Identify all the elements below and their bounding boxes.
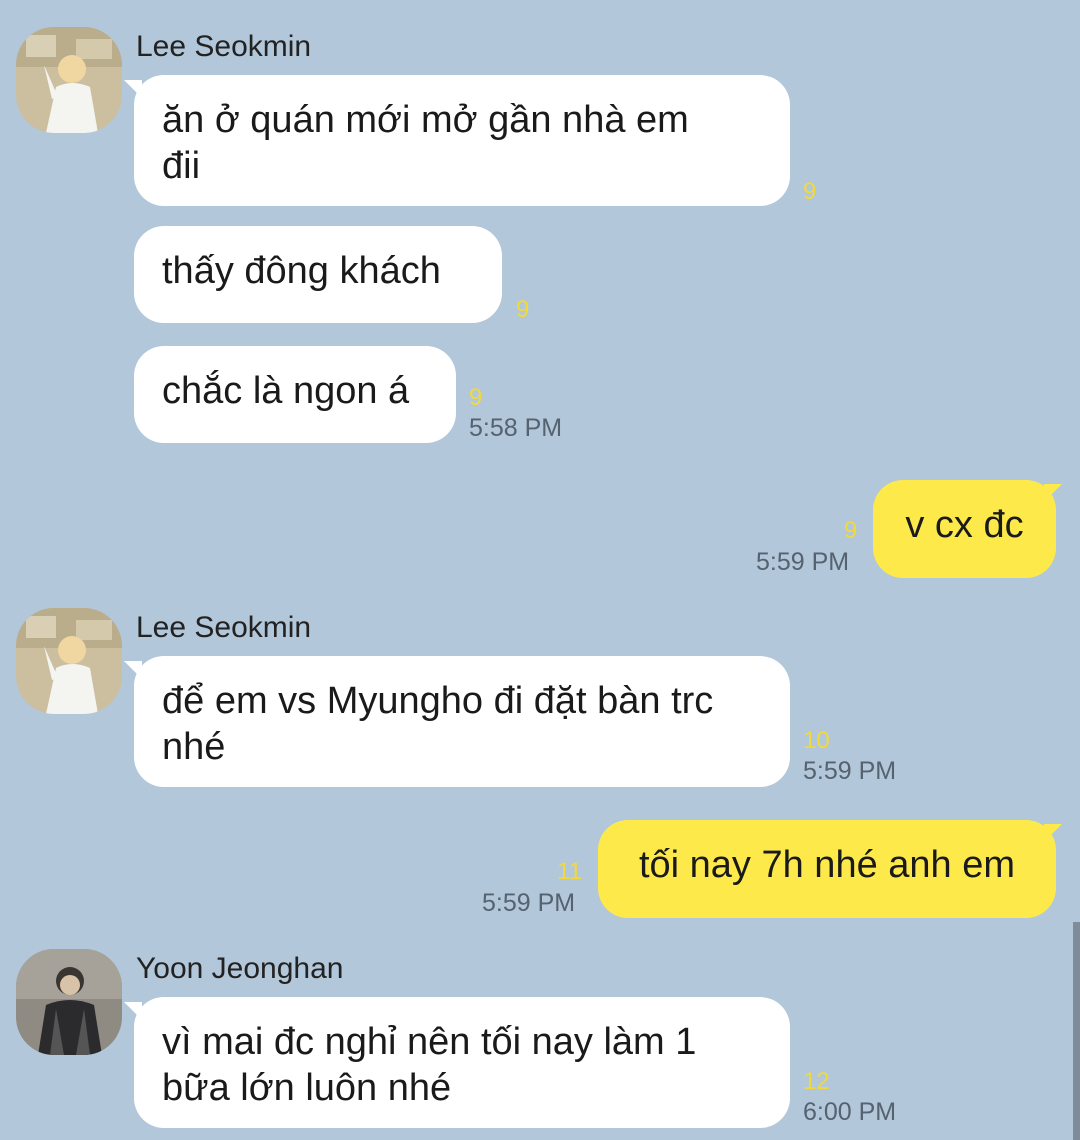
bubble-tail: [1044, 484, 1062, 502]
unread-count: 9: [469, 384, 483, 411]
message-bubble[interactable]: tối nay 7h nhé anh em: [598, 820, 1056, 918]
scrollbar-thumb[interactable]: [1073, 922, 1080, 1140]
avatar-yoon-jeonghan[interactable]: [16, 949, 122, 1055]
message-bubble[interactable]: v cx đc: [873, 480, 1056, 578]
unread-count: 9: [803, 178, 817, 205]
sender-name: Lee Seokmin: [136, 611, 312, 644]
avatar-lee-seokmin[interactable]: [16, 27, 122, 133]
message-bubble[interactable]: vì mai đc nghỉ nên tối nay làm 1 bữa lớn…: [134, 997, 790, 1128]
sender-name: Yoon Jeonghan: [136, 952, 344, 985]
message-bubble[interactable]: chắc là ngon á: [134, 346, 456, 443]
unread-count: 9: [844, 517, 858, 544]
profile-photo-icon: [16, 949, 122, 1055]
bubble-tail: [1044, 824, 1062, 842]
profile-photo-icon: [16, 608, 122, 714]
unread-count: 12: [803, 1068, 830, 1095]
message-bubble[interactable]: để em vs Myungho đi đặt bàn trc nhé: [134, 656, 790, 787]
message-time: 5:59 PM: [803, 757, 897, 785]
unread-count: 10: [803, 727, 830, 754]
message-time: 6:00 PM: [803, 1098, 897, 1126]
unread-count: 11: [557, 858, 582, 885]
message-time: 5:58 PM: [469, 414, 563, 442]
message-time: 5:59 PM: [482, 889, 576, 917]
message-time: 5:59 PM: [756, 548, 850, 576]
sender-name: Lee Seokmin: [136, 30, 312, 63]
message-bubble[interactable]: ăn ở quán mới mở gần nhà em đii: [134, 75, 790, 206]
profile-photo-icon: [16, 27, 122, 133]
message-bubble[interactable]: thấy đông khách: [134, 226, 502, 323]
unread-count: 9: [516, 296, 530, 323]
avatar-lee-seokmin[interactable]: [16, 608, 122, 714]
